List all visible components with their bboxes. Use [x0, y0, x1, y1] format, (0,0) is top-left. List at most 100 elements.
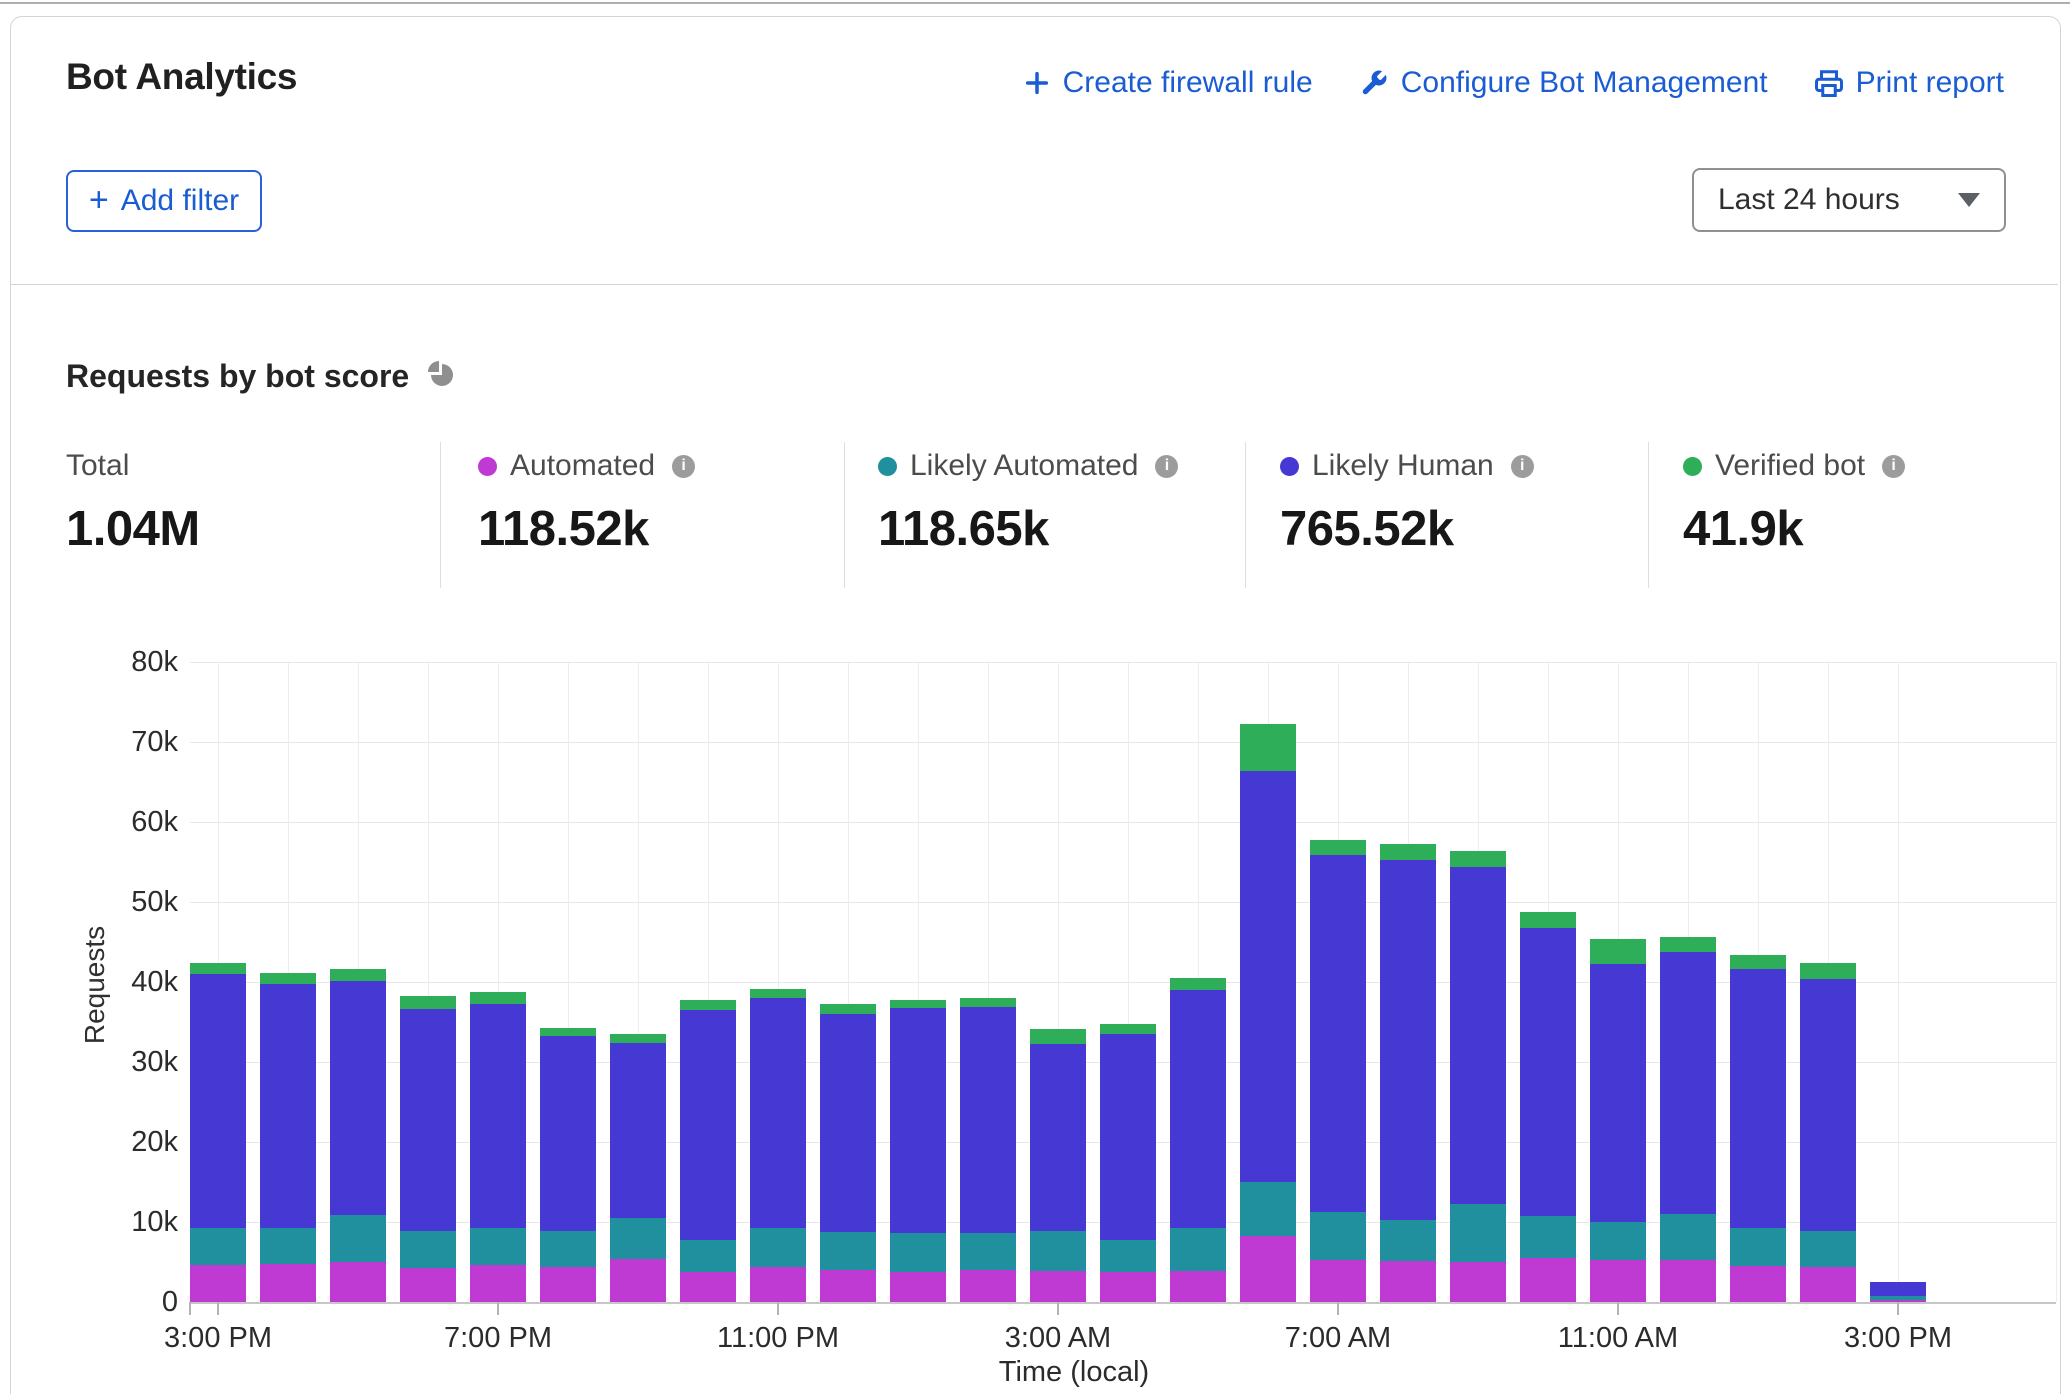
bar-segment-verified-bot[interactable]: [540, 1028, 596, 1037]
bar-segment-likely-automated[interactable]: [1100, 1240, 1156, 1271]
bar-segment-likely-automated[interactable]: [1520, 1216, 1576, 1258]
bar-segment-verified-bot[interactable]: [330, 969, 386, 981]
bar-segment-verified-bot[interactable]: [1240, 724, 1296, 771]
bar-segment-automated[interactable]: [680, 1272, 736, 1302]
bar-segment-likely-automated[interactable]: [820, 1232, 876, 1270]
bar-segment-automated[interactable]: [1730, 1266, 1786, 1302]
bar-segment-verified-bot[interactable]: [400, 996, 456, 1010]
info-icon[interactable]: i: [1155, 455, 1178, 478]
bar-segment-likely-human[interactable]: [1450, 867, 1506, 1205]
bar-segment-automated[interactable]: [1240, 1236, 1296, 1302]
bar-segment-likely-human[interactable]: [1660, 952, 1716, 1214]
bar-segment-verified-bot[interactable]: [1100, 1024, 1156, 1034]
bar-segment-verified-bot[interactable]: [960, 998, 1016, 1007]
bar-segment-verified-bot[interactable]: [1450, 851, 1506, 867]
bar-segment-likely-automated[interactable]: [1450, 1204, 1506, 1262]
bar-segment-automated[interactable]: [820, 1270, 876, 1302]
bar-segment-automated[interactable]: [1170, 1271, 1226, 1302]
bar-segment-verified-bot[interactable]: [470, 992, 526, 1003]
bar-segment-automated[interactable]: [1660, 1260, 1716, 1302]
bar-segment-verified-bot[interactable]: [680, 1000, 736, 1010]
bar-segment-verified-bot[interactable]: [1730, 955, 1786, 969]
bar-segment-likely-automated[interactable]: [680, 1240, 736, 1273]
bar-segment-automated[interactable]: [1310, 1260, 1366, 1302]
bar-segment-verified-bot[interactable]: [750, 989, 806, 998]
bar-segment-verified-bot[interactable]: [610, 1034, 666, 1043]
bar-segment-likely-human[interactable]: [1170, 990, 1226, 1228]
bar-segment-verified-bot[interactable]: [1310, 840, 1366, 854]
bar-segment-likely-automated[interactable]: [1030, 1231, 1086, 1271]
bar-segment-likely-automated[interactable]: [260, 1228, 316, 1265]
bar-segment-automated[interactable]: [1380, 1261, 1436, 1302]
bar-segment-automated[interactable]: [1800, 1267, 1856, 1302]
bar-segment-likely-automated[interactable]: [190, 1228, 246, 1265]
bar-segment-likely-human[interactable]: [190, 974, 246, 1228]
bar-segment-automated[interactable]: [260, 1264, 316, 1302]
bar-segment-likely-automated[interactable]: [1310, 1212, 1366, 1260]
bar-segment-verified-bot[interactable]: [1380, 844, 1436, 859]
bar-segment-automated[interactable]: [1520, 1258, 1576, 1302]
bar-segment-likely-human[interactable]: [1380, 860, 1436, 1220]
bar-segment-automated[interactable]: [750, 1267, 806, 1302]
bar-segment-likely-automated[interactable]: [1170, 1228, 1226, 1271]
bar-segment-likely-human[interactable]: [610, 1043, 666, 1218]
bar-segment-likely-automated[interactable]: [750, 1228, 806, 1267]
bar-segment-likely-human[interactable]: [470, 1004, 526, 1229]
bar-segment-likely-human[interactable]: [1800, 979, 1856, 1231]
info-icon[interactable]: i: [672, 455, 695, 478]
bar-segment-automated[interactable]: [540, 1267, 596, 1302]
bar-segment-automated[interactable]: [890, 1272, 946, 1302]
bar-segment-automated[interactable]: [400, 1268, 456, 1302]
add-filter-button[interactable]: + Add filter: [66, 170, 262, 232]
bar-segment-verified-bot[interactable]: [1660, 937, 1716, 951]
bar-segment-likely-automated[interactable]: [1240, 1182, 1296, 1236]
bar-segment-automated[interactable]: [1590, 1260, 1646, 1302]
print-report-link[interactable]: Print report: [1814, 66, 2004, 100]
bar-segment-likely-human[interactable]: [1100, 1034, 1156, 1240]
bar-segment-likely-human[interactable]: [960, 1007, 1016, 1233]
bar-segment-likely-automated[interactable]: [400, 1231, 456, 1268]
bar-segment-likely-human[interactable]: [1730, 969, 1786, 1228]
bar-segment-likely-automated[interactable]: [1590, 1222, 1646, 1260]
bar-segment-likely-human[interactable]: [1310, 855, 1366, 1212]
bar-segment-automated[interactable]: [1100, 1272, 1156, 1302]
bar-segment-likely-human[interactable]: [1870, 1282, 1926, 1296]
bar-segment-likely-automated[interactable]: [330, 1215, 386, 1262]
bar-segment-verified-bot[interactable]: [1800, 963, 1856, 979]
bar-segment-likely-human[interactable]: [400, 1009, 456, 1231]
bar-segment-likely-human[interactable]: [890, 1008, 946, 1233]
bar-segment-verified-bot[interactable]: [1520, 912, 1576, 928]
bar-segment-automated[interactable]: [1450, 1262, 1506, 1302]
bar-segment-likely-human[interactable]: [680, 1010, 736, 1240]
bar-segment-likely-human[interactable]: [1520, 928, 1576, 1216]
bar-segment-automated[interactable]: [1870, 1300, 1926, 1302]
bar-segment-automated[interactable]: [1030, 1271, 1086, 1302]
bar-segment-likely-automated[interactable]: [610, 1218, 666, 1259]
bar-segment-likely-automated[interactable]: [1800, 1231, 1856, 1267]
bar-segment-likely-automated[interactable]: [1380, 1220, 1436, 1262]
bar-segment-likely-human[interactable]: [540, 1036, 596, 1230]
bar-segment-verified-bot[interactable]: [190, 963, 246, 974]
bar-segment-likely-human[interactable]: [1590, 964, 1646, 1222]
bar-segment-automated[interactable]: [190, 1265, 246, 1302]
bar-segment-likely-human[interactable]: [1240, 771, 1296, 1182]
bar-segment-verified-bot[interactable]: [820, 1004, 876, 1014]
bar-segment-likely-automated[interactable]: [540, 1231, 596, 1267]
bar-segment-automated[interactable]: [330, 1262, 386, 1302]
bar-segment-automated[interactable]: [470, 1265, 526, 1302]
time-range-select[interactable]: Last 24 hours: [1692, 168, 2006, 232]
bar-segment-automated[interactable]: [610, 1259, 666, 1302]
bar-segment-verified-bot[interactable]: [1170, 978, 1226, 990]
info-icon[interactable]: i: [1511, 455, 1534, 478]
bar-segment-likely-automated[interactable]: [470, 1228, 526, 1265]
bar-segment-likely-human[interactable]: [330, 981, 386, 1215]
bar-segment-verified-bot[interactable]: [260, 973, 316, 984]
bar-segment-likely-automated[interactable]: [890, 1233, 946, 1272]
create-firewall-rule-link[interactable]: Create firewall rule: [1023, 66, 1313, 100]
bar-segment-likely-automated[interactable]: [960, 1233, 1016, 1270]
bar-segment-verified-bot[interactable]: [1590, 939, 1646, 964]
bar-segment-verified-bot[interactable]: [890, 1000, 946, 1009]
bar-segment-likely-automated[interactable]: [1870, 1296, 1926, 1299]
bar-segment-likely-human[interactable]: [750, 998, 806, 1228]
info-icon[interactable]: i: [1882, 455, 1905, 478]
